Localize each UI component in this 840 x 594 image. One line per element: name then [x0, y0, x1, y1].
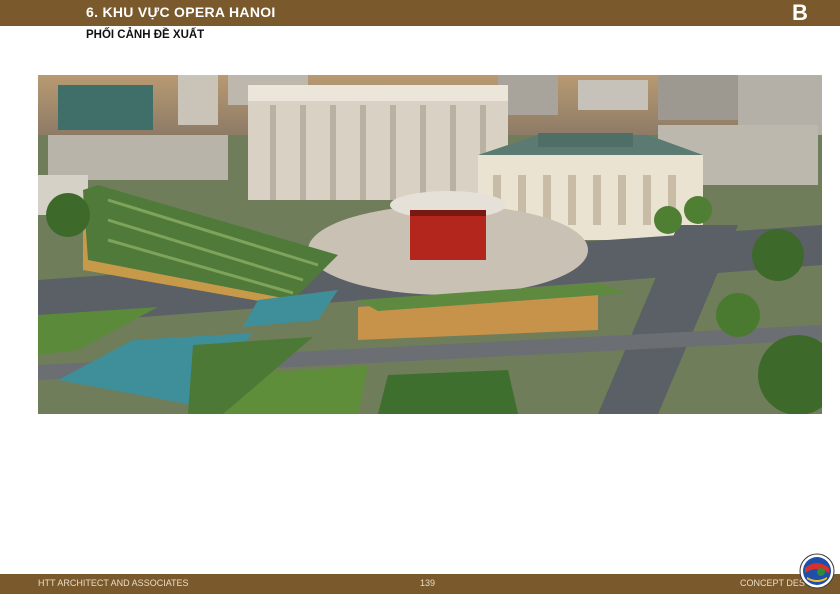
footer-bar: HTT ARCHITECT AND ASSOCIATES 139 CONCEPT…: [0, 574, 840, 594]
page-number: 139: [420, 578, 436, 588]
section-mark: B: [792, 0, 808, 25]
header-bar: 6. KHU VỰC OPERA HANOI B: [0, 0, 840, 26]
document-stage: CONCEPT DES: [740, 578, 805, 588]
render-illustration: [38, 75, 822, 414]
firm-name: HTT ARCHITECT AND ASSOCIATES: [38, 578, 189, 588]
globe-seal-icon: [799, 553, 835, 589]
aerial-render-image: [38, 75, 822, 414]
section-title: 6. KHU VỰC OPERA HANOI: [86, 4, 276, 20]
page-subtitle: PHỐI CẢNH ĐỀ XUẤT: [86, 29, 205, 41]
